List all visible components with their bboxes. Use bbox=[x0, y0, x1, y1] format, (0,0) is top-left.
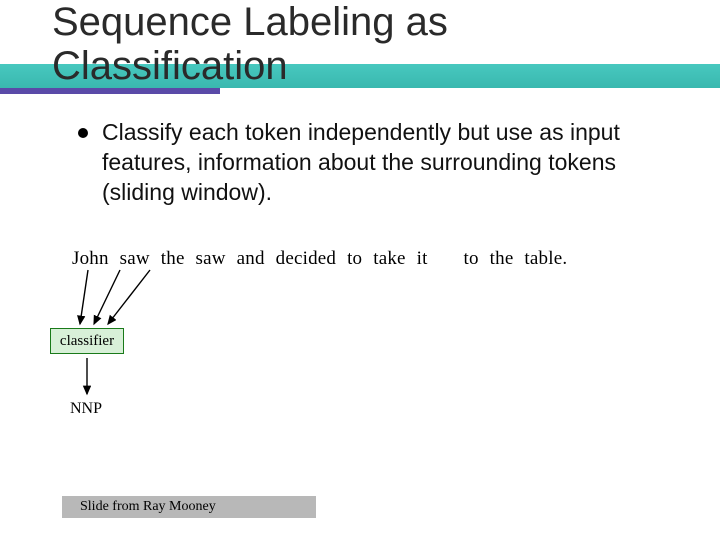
bullet-text: Classify each token independently but us… bbox=[102, 118, 680, 208]
token-4: and bbox=[237, 248, 265, 269]
title-underline bbox=[0, 88, 220, 94]
token-10: the bbox=[490, 248, 514, 269]
token-3: saw bbox=[196, 248, 226, 269]
attribution-footer: Slide from Ray Mooney bbox=[62, 496, 316, 518]
slide-title: Sequence Labeling as Classification bbox=[52, 0, 720, 88]
title-line-1: Sequence Labeling as bbox=[52, 0, 448, 44]
token-7: take bbox=[373, 248, 405, 269]
token-6: to bbox=[347, 248, 362, 269]
token-1: saw bbox=[120, 248, 150, 269]
title-line-2: Classification bbox=[52, 44, 288, 88]
token-5: decided bbox=[276, 248, 336, 269]
token-9: to bbox=[464, 248, 479, 269]
example-sentence: John saw the saw and decided to take it … bbox=[72, 248, 567, 270]
classifier-box: classifier bbox=[50, 328, 124, 354]
token-2: the bbox=[161, 248, 185, 269]
bullet-dot-icon bbox=[78, 128, 88, 138]
token-0: John bbox=[72, 248, 109, 269]
classifier-diagram: classifier NNP bbox=[50, 268, 230, 438]
body-area: Classify each token independently but us… bbox=[0, 88, 720, 208]
title-area: Sequence Labeling as Classification bbox=[0, 0, 720, 88]
footer-text: Slide from Ray Mooney bbox=[80, 499, 216, 515]
token-8: it bbox=[417, 248, 428, 269]
classifier-label: classifier bbox=[60, 333, 114, 350]
bullet-item: Classify each token independently but us… bbox=[78, 118, 680, 208]
token-11: table. bbox=[524, 248, 567, 269]
output-tag: NNP bbox=[70, 400, 102, 418]
